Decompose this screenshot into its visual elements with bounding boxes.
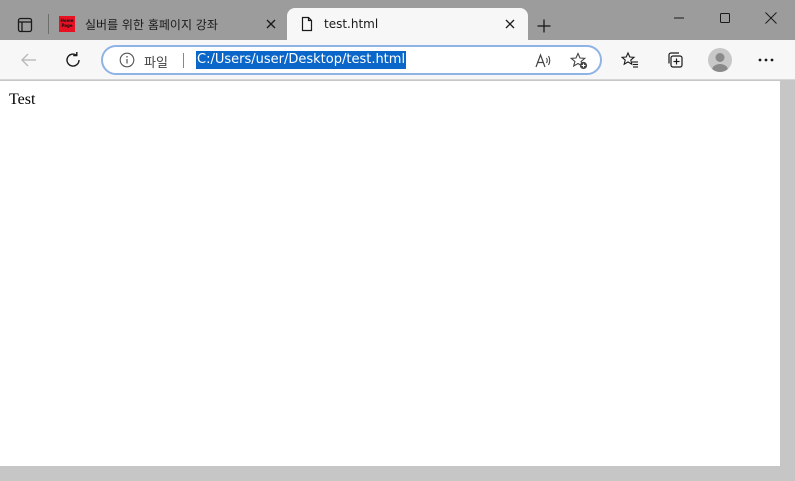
browser-toolbar: 파일 C:/Users/user/Desktop/test.html <box>0 40 795 80</box>
minimize-icon <box>674 17 684 19</box>
tab-separator <box>48 14 49 34</box>
tab-homepage-course[interactable]: Home Page 실버를 위한 홈페이지 강좌 <box>52 8 286 40</box>
maximize-icon <box>720 13 730 23</box>
info-icon[interactable] <box>119 52 135 68</box>
add-favorite-button[interactable] <box>569 51 589 71</box>
refresh-button[interactable] <box>57 44 89 76</box>
profile-avatar[interactable] <box>708 48 732 72</box>
refresh-icon <box>66 52 80 67</box>
read-aloud-button[interactable] <box>533 51 553 71</box>
avatar-icon <box>712 53 728 72</box>
more-button[interactable] <box>750 44 782 76</box>
favorites-button[interactable] <box>614 44 646 76</box>
url-text[interactable]: C:/Users/user/Desktop/test.html <box>196 51 407 69</box>
tab-title: test.html <box>324 17 379 31</box>
page-content: Test <box>0 81 780 466</box>
address-separator <box>183 53 184 68</box>
tab-actions-button[interactable] <box>8 8 42 42</box>
page-text: Test <box>9 91 36 108</box>
address-bar[interactable]: 파일 C:/Users/user/Desktop/test.html <box>101 45 602 75</box>
tab-test-html[interactable]: test.html <box>287 8 528 40</box>
favorites-icon <box>621 51 638 68</box>
add-favorite-icon <box>570 52 588 70</box>
collections-button[interactable] <box>659 44 691 76</box>
back-button[interactable] <box>13 44 45 76</box>
tab-actions-icon <box>17 17 33 33</box>
close-icon <box>266 19 276 29</box>
plus-icon <box>537 19 551 33</box>
collections-icon <box>668 52 683 68</box>
title-bar: Home Page 실버를 위한 홈페이지 강좌 test.html <box>0 0 795 40</box>
document-icon <box>301 16 313 32</box>
more-icon <box>758 58 774 62</box>
minimize-button[interactable] <box>665 4 693 32</box>
new-tab-button[interactable] <box>532 14 556 38</box>
tab-title: 실버를 위한 홈페이지 강좌 <box>85 17 218 32</box>
homepage-favicon-icon: Home Page <box>59 16 75 32</box>
back-arrow-icon <box>21 53 36 67</box>
tab-close-button[interactable] <box>262 15 280 33</box>
read-aloud-icon <box>535 53 551 68</box>
close-icon <box>765 12 777 24</box>
window-close-button[interactable] <box>757 4 785 32</box>
site-info-label[interactable]: 파일 <box>144 52 168 71</box>
tab-close-button[interactable] <box>501 15 519 33</box>
maximize-button[interactable] <box>711 4 739 32</box>
close-icon <box>505 19 515 29</box>
